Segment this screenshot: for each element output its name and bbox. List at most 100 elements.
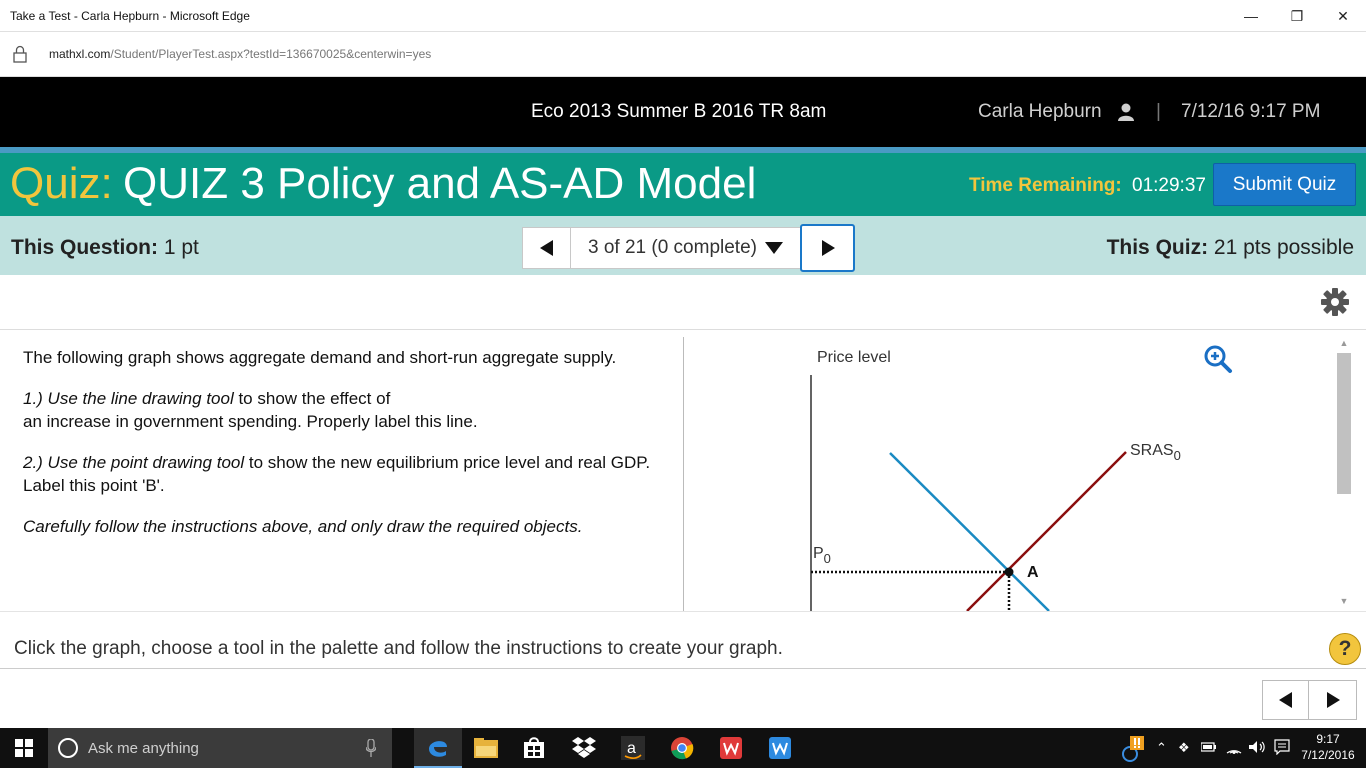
sras-curve[interactable]	[966, 451, 1127, 611]
triangle-right-icon	[821, 240, 835, 256]
sras-label: SRAS0	[1130, 442, 1181, 463]
system-clock[interactable]: 9:17 7/12/2016	[1296, 731, 1360, 763]
p0-sub: 0	[824, 551, 831, 566]
ad-curve[interactable]	[889, 452, 1050, 611]
step-2-tool: 2.) Use the point drawing tool	[23, 453, 245, 472]
equilibrium-point-a[interactable]	[1004, 567, 1014, 577]
url-path: /Student/PlayerTest.aspx?testId=13667002…	[110, 47, 432, 61]
restore-icon: ❐	[1290, 7, 1304, 24]
triangle-left-icon	[539, 240, 553, 256]
minimize-icon: —	[1244, 8, 1258, 24]
this-quiz-label: This Quiz:	[1106, 236, 1209, 259]
question-intro: The following graph shows aggregate dema…	[23, 348, 617, 367]
sras-main: SRAS	[1130, 442, 1174, 459]
graph-canvas[interactable]: Price level A P0 SRAS0	[685, 330, 1335, 611]
quiz-title: QUIZ 3 Policy and AS-AD Model	[123, 159, 757, 208]
windows-logo-icon	[15, 739, 33, 757]
this-quiz-points: This Quiz: 21 pts possible	[1107, 236, 1354, 260]
step-1-text-b: an increase in government spending. Prop…	[23, 412, 478, 431]
question-selector-label: 3 of 21 (0 complete)	[588, 237, 757, 258]
search-placeholder: Ask me anything	[88, 740, 199, 757]
next-page-button[interactable]	[1308, 680, 1357, 720]
previous-page-button[interactable]	[1262, 680, 1309, 720]
action-center-icon[interactable]	[1274, 739, 1290, 755]
question-step-2: 2.) Use the point drawing tool to show t…	[23, 451, 673, 497]
p0-label: P0	[813, 545, 831, 566]
previous-question-button[interactable]	[522, 227, 571, 269]
course-header: Eco 2013 Summer B 2016 TR 8am Carla Hepb…	[0, 77, 1366, 147]
file-explorer-icon[interactable]	[462, 728, 510, 768]
wifi-icon[interactable]	[1226, 740, 1242, 754]
header-datetime: 7/12/16 9:17 PM	[1181, 101, 1321, 122]
store-icon[interactable]	[510, 728, 558, 768]
note-text: Carefully follow the instructions above,…	[23, 517, 583, 536]
panel-divider	[683, 337, 684, 611]
p0-main: P	[813, 545, 824, 562]
wps-writer-icon[interactable]	[756, 728, 804, 768]
graph-instruction: Click the graph, choose a tool in the pa…	[14, 638, 783, 659]
url-host: mathxl.com	[49, 47, 111, 61]
this-quiz-value: 21 pts possible	[1213, 236, 1354, 259]
submit-quiz-button[interactable]: Submit Quiz	[1213, 163, 1356, 206]
triangle-right-icon	[1326, 692, 1340, 708]
question-text: The following graph shows aggregate dema…	[23, 346, 673, 556]
cortana-icon	[58, 738, 78, 758]
quiz-bar: Quiz: QUIZ 3 Policy and AS-AD Model Time…	[0, 153, 1366, 216]
window-titlebar: Take a Test - Carla Hepburn - Microsoft …	[0, 0, 1366, 32]
step-1-text-a: to show the effect of	[233, 389, 391, 408]
help-button[interactable]: ?	[1329, 633, 1361, 665]
caret-down-icon	[764, 242, 783, 254]
divider	[0, 668, 1366, 669]
next-question-button[interactable]	[800, 224, 855, 272]
clock-time: 9:17	[1316, 732, 1340, 746]
close-button[interactable]: ✕	[1320, 0, 1366, 32]
show-hidden-icons-icon[interactable]: ⌃	[1156, 740, 1167, 756]
edge-icon[interactable]	[414, 728, 462, 768]
question-bar: This Question: 1 pt 3 of 21 (0 complete)…	[0, 216, 1366, 275]
user-name[interactable]: Carla Hepburn	[978, 101, 1102, 123]
scroll-down-icon[interactable]: ▼	[1336, 596, 1352, 610]
start-button[interactable]	[0, 728, 48, 768]
this-question-value: 1 pt	[163, 236, 199, 259]
header-separator: |	[1156, 101, 1161, 122]
dropbox-tray-icon[interactable]: ❖	[1178, 740, 1190, 756]
notification-alert-icon[interactable]	[1120, 736, 1148, 764]
this-question-points: This Question: 1 pt	[11, 236, 199, 260]
svg-text:a: a	[627, 740, 636, 757]
y-axis-label: Price level	[817, 349, 891, 366]
step-1-tool: 1.) Use the line drawing tool	[23, 389, 234, 408]
question-note: Carefully follow the instructions above,…	[23, 515, 673, 538]
user-icon[interactable]	[1118, 103, 1134, 121]
gear-icon[interactable]	[1320, 287, 1350, 317]
chrome-icon[interactable]	[658, 728, 706, 768]
battery-icon[interactable]	[1201, 742, 1217, 752]
wps-icon[interactable]	[707, 728, 755, 768]
question-step-1: 1.) Use the line drawing tool to show th…	[23, 387, 673, 433]
amazon-icon[interactable]: a	[609, 728, 657, 768]
point-a-label: A	[1027, 564, 1039, 581]
window-title: Take a Test - Carla Hepburn - Microsoft …	[10, 9, 250, 23]
time-remaining-value: 01:29:37	[1132, 175, 1206, 196]
dropbox-icon[interactable]	[560, 728, 608, 768]
sras-sub: 0	[1174, 448, 1181, 463]
course-title: Eco 2013 Summer B 2016 TR 8am	[531, 101, 827, 122]
cortana-search-box[interactable]: Ask me anything	[48, 728, 392, 768]
question-selector[interactable]: 3 of 21 (0 complete)	[570, 227, 801, 269]
zoom-in-icon[interactable]	[1203, 344, 1233, 374]
volume-icon[interactable]	[1249, 740, 1267, 754]
minimize-button[interactable]: —	[1228, 0, 1274, 32]
scroll-up-icon[interactable]: ▲	[1336, 338, 1352, 352]
close-icon: ✕	[1337, 7, 1349, 24]
quiz-prefix: Quiz:	[10, 159, 113, 208]
address-bar[interactable]: mathxl.com/Student/PlayerTest.aspx?testI…	[0, 32, 1366, 77]
windows-taskbar: Ask me anything a ⌃ ❖ 9:17 7/12/2016	[0, 728, 1366, 768]
restore-button[interactable]: ❐	[1274, 0, 1320, 32]
url-text[interactable]: mathxl.com/Student/PlayerTest.aspx?testI…	[49, 47, 431, 61]
clock-date: 7/12/2016	[1301, 748, 1355, 762]
lock-icon	[13, 45, 27, 63]
divider	[0, 611, 1366, 612]
scrollbar-thumb[interactable]	[1337, 353, 1351, 494]
microphone-icon[interactable]	[366, 739, 376, 757]
triangle-left-icon	[1278, 692, 1292, 708]
this-question-label: This Question:	[11, 236, 158, 259]
